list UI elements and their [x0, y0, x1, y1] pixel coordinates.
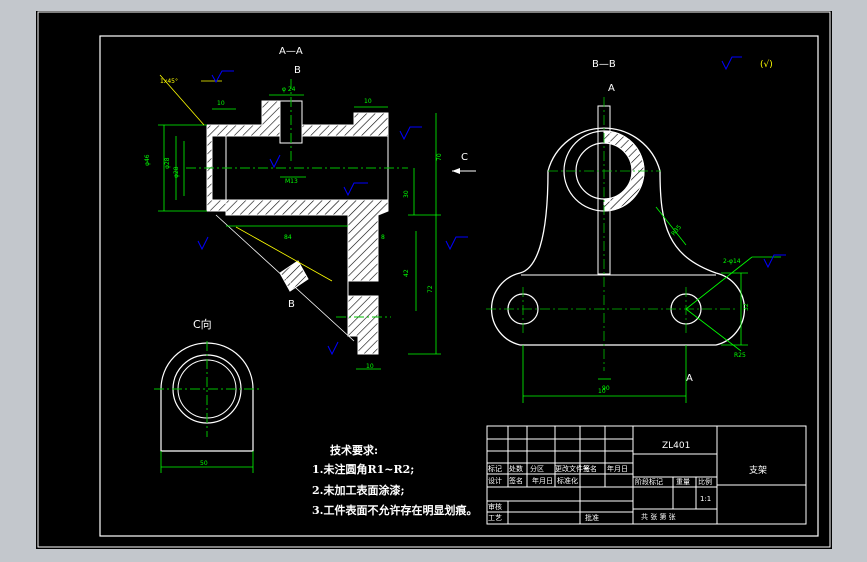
svg-text:8: 8 [381, 234, 385, 241]
sheet-border-inner [99, 35, 819, 537]
svg-text:R25: R25 [734, 352, 746, 359]
section-aa-cut-bottom: B [288, 299, 295, 310]
tech-req-item-3: 3.工件表面不允许存在明显划痕。 [312, 503, 477, 517]
tb-label-date: 年月日 [607, 464, 628, 473]
part-name: 支架 [749, 464, 767, 476]
tb-label-design: 设计 [488, 476, 502, 485]
section-aa-title: A—A [279, 46, 303, 57]
tb-label-process: 工艺 [488, 514, 502, 522]
tech-req-heading: 技术要求: [330, 443, 378, 457]
svg-text:10: 10 [364, 98, 372, 105]
svg-text:32: 32 [743, 303, 750, 311]
section-aa-cut-top: B [294, 65, 301, 76]
tb-label-weight: 重量 [676, 478, 690, 486]
svg-text:φ 24: φ 24 [282, 86, 296, 93]
tb-label-design-date: 年月日 [532, 476, 553, 485]
svg-text:R35: R35 [670, 224, 683, 238]
tb-scale-value: 1:1 [700, 495, 711, 503]
technical-requirements: 技术要求: 1.未注圆角R1~R2; 2.未加工表面涂漆; 3.工件表面不允许存… [312, 443, 477, 517]
view-c-title: C向 [193, 317, 212, 331]
drawing-viewport[interactable]: A—A B B φ46 φ28 φ28 φ 24 10 10 70 30 42 … [36, 11, 832, 549]
tb-label-count: 处数 [509, 464, 523, 473]
view-c-width-dim: 50 [200, 460, 208, 467]
svg-text:10: 10 [217, 100, 225, 107]
tech-req-item-1: 1.未注圆角R1~R2; [312, 462, 414, 476]
tb-label-zone: 分区 [530, 464, 544, 473]
svg-text:10: 10 [366, 363, 374, 370]
note-chamfer: 1x45° [160, 78, 178, 85]
tech-req-item-2: 2.未加工表面涂漆; [312, 483, 405, 497]
svg-text:84: 84 [284, 234, 292, 241]
section-bb-view: B—B A A 10 90 32 2-φ14 R35 R25 (√) [486, 56, 786, 403]
svg-text:42: 42 [403, 269, 410, 277]
view-c: C向 50 [154, 317, 261, 473]
section-bb-cut-bottom: A [686, 373, 693, 384]
svg-text:90: 90 [602, 385, 610, 392]
tb-label-mark: 标记 [488, 464, 502, 473]
section-bb-cut-top: A [608, 83, 615, 94]
svg-text:70: 70 [436, 153, 443, 161]
title-block: 标记 处数 分区 更改文件号 签名 年月日 设计 签名 年月日 标准化 阶段标记… [486, 425, 807, 525]
svg-text:φ28: φ28 [164, 157, 171, 169]
tb-label-review: 审核 [488, 502, 502, 511]
svg-text:72: 72 [427, 285, 434, 293]
section-bb-title: B—B [592, 59, 616, 70]
view-c-arrow-label: C [461, 152, 468, 163]
view-c-arrow: C [452, 152, 476, 174]
svg-text:2-φ14: 2-φ14 [723, 258, 741, 265]
engineering-drawing: A—A B B φ46 φ28 φ28 φ 24 10 10 70 30 42 … [37, 11, 831, 548]
tb-label-scale: 比例 [698, 477, 712, 486]
tb-label-stage: 阶段标记 [635, 477, 663, 486]
tb-label-standard: 标准化 [557, 476, 578, 485]
sheet-border-outer [37, 11, 831, 548]
svg-text:M13: M13 [285, 178, 298, 185]
drawing-number: ZL401 [662, 441, 690, 451]
tb-sheet-info: 共 张 第 张 [641, 512, 676, 521]
svg-text:30: 30 [403, 190, 410, 198]
tb-label-approve: 批准 [585, 513, 599, 522]
svg-text:φ46: φ46 [144, 154, 151, 166]
roughness-symbols-bb [721, 56, 786, 269]
tb-label-sign: 签名 [583, 464, 597, 473]
svg-text:φ28: φ28 [173, 166, 180, 178]
tb-label-design-sign: 签名 [509, 476, 523, 485]
general-roughness-mark: (√) [760, 59, 773, 70]
